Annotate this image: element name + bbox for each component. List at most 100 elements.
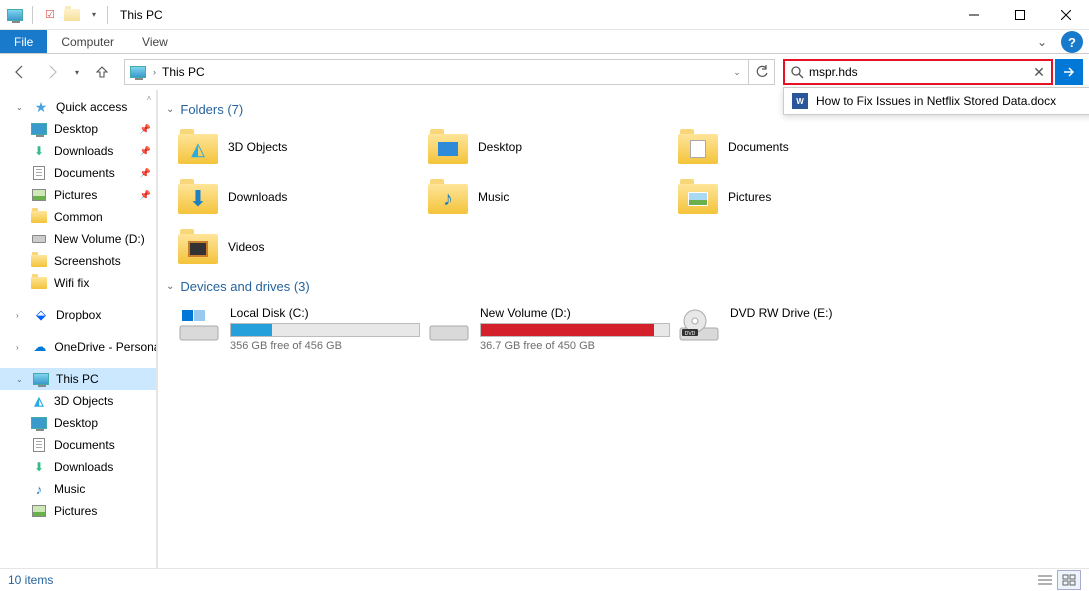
folder-desktop[interactable]: Desktop (416, 125, 666, 175)
drive-usage-bar (230, 323, 420, 337)
sidebar-item-onedrive[interactable]: ›☁OneDrive - Personal (0, 336, 157, 358)
tab-file[interactable]: File (0, 30, 47, 53)
drive-free-label: 356 GB free of 456 GB (230, 340, 420, 352)
sidebar-item-label: Downloads (54, 460, 113, 474)
download-icon: ⬇ (30, 143, 48, 159)
svg-text:DVD: DVD (685, 331, 696, 337)
maximize-button[interactable] (997, 0, 1043, 30)
download-icon: ⬇ (30, 459, 48, 475)
folder-icon (428, 129, 468, 165)
sidebar-scroll-up[interactable]: ˄ (141, 90, 157, 106)
folder-pictures[interactable]: Pictures (666, 175, 916, 225)
sidebar-item-downloads[interactable]: ⬇Downloads📌 (0, 140, 157, 162)
search-suggestion-label: How to Fix Issues in Netflix Stored Data… (816, 94, 1056, 108)
folder-documents[interactable]: Documents (666, 125, 916, 175)
app-icon[interactable] (6, 6, 24, 24)
title-bar: ☑ ▾ This PC (0, 0, 1089, 30)
address-location[interactable]: This PC (160, 65, 205, 79)
sidebar-item-desktop[interactable]: Desktop 📌 (0, 118, 157, 140)
sidebar-item-screenshots[interactable]: Screenshots (0, 250, 157, 272)
status-bar: 10 items (0, 568, 1089, 591)
sidebar-item-this-pc[interactable]: ⌄This PC (0, 368, 157, 390)
word-doc-icon: W (792, 93, 808, 109)
search-input[interactable] (809, 62, 1027, 82)
address-bar[interactable]: › This PC ⌄ (124, 59, 775, 85)
nav-back-button[interactable] (6, 58, 34, 86)
window-title: This PC (120, 8, 163, 22)
nav-up-button[interactable] (88, 58, 116, 86)
drive-local-disk-c[interactable]: Local Disk (C:) 356 GB free of 456 GB (166, 302, 416, 362)
search-suggestions-dropdown: W How to Fix Issues in Netflix Stored Da… (783, 87, 1089, 115)
sidebar-item-label: 3D Objects (54, 394, 113, 408)
sidebar-item-pc-downloads[interactable]: ⬇ Downloads (0, 456, 157, 478)
search-clear-button[interactable]: ✕ (1027, 64, 1051, 81)
folder-music[interactable]: ♪Music (416, 175, 666, 225)
drive-icon (178, 306, 220, 342)
sidebar-item-pictures[interactable]: Pictures📌 (0, 184, 157, 206)
search-icon (785, 65, 809, 79)
music-icon: ♪ (30, 481, 48, 497)
sidebar-item-label: Desktop (54, 416, 98, 430)
ribbon-tabs: File Computer View ⌄ ? (0, 30, 1089, 54)
sidebar-item-common[interactable]: Common (0, 206, 157, 228)
qat-customize-dropdown[interactable]: ▾ (85, 6, 103, 24)
sidebar-item-3d-objects[interactable]: ◭3D Objects (0, 390, 157, 412)
sidebar-item-label: Dropbox (56, 308, 101, 322)
drive-new-volume-d[interactable]: New Volume (D:) 36.7 GB free of 450 GB (416, 302, 666, 362)
qat-new-folder-icon[interactable] (63, 6, 81, 24)
minimize-button[interactable] (951, 0, 997, 30)
help-icon[interactable]: ? (1061, 31, 1083, 53)
sidebar-item-dropbox[interactable]: ›⬙Dropbox (0, 304, 157, 326)
navigation-pane: ˄ ⌄★Quick access Desktop📌 ⬇Downloads📌 Do… (0, 90, 158, 568)
tab-view[interactable]: View (128, 30, 182, 53)
sidebar-item-documents[interactable]: Documents📌 (0, 162, 157, 184)
quick-access-toolbar: ☑ ▾ (0, 6, 103, 24)
sidebar-item-new-volume[interactable]: New Volume (D:) (0, 228, 157, 250)
sidebar-item-label: Wifi fix (54, 276, 89, 290)
folder-icon: ⬇ (178, 179, 218, 215)
search-box[interactable]: ✕ (783, 59, 1053, 85)
sidebar-item-label: Quick access (56, 100, 127, 114)
pictures-icon (30, 503, 48, 519)
nav-recent-dropdown[interactable]: ▾ (70, 58, 84, 86)
drive-dvd-rw-e[interactable]: DVD DVD RW Drive (E:) (666, 302, 916, 362)
folder-label: Downloads (228, 190, 287, 204)
pin-icon: 📌 (140, 168, 157, 179)
sidebar-item-label: Pictures (54, 504, 97, 518)
address-history-dropdown[interactable]: ⌄ (726, 60, 748, 84)
nav-forward-button[interactable] (38, 58, 66, 86)
refresh-button[interactable] (748, 60, 774, 84)
dvd-drive-icon: DVD (678, 306, 720, 342)
sidebar-item-pc-documents[interactable]: Documents (0, 434, 157, 456)
sidebar-item-label: Desktop (54, 122, 98, 136)
folder-downloads[interactable]: ⬇ Downloads (166, 175, 416, 225)
sidebar-item-pc-desktop[interactable]: Desktop (0, 412, 157, 434)
pc-icon (32, 371, 50, 387)
drive-usage-bar (480, 323, 670, 337)
pin-icon: 📌 (140, 124, 157, 135)
section-drives-header[interactable]: ⌄Devices and drives (3) (166, 279, 1079, 294)
folder-label: Videos (228, 240, 264, 254)
pictures-icon (30, 187, 48, 203)
view-large-icons-button[interactable] (1057, 570, 1081, 590)
sidebar-item-label: Documents (54, 438, 115, 452)
desktop-icon (30, 121, 48, 137)
sidebar-item-pc-pictures[interactable]: Pictures (0, 500, 157, 522)
folder-videos[interactable]: Videos (166, 225, 416, 275)
qat-properties-icon[interactable]: ☑ (41, 6, 59, 24)
folder-label: Pictures (728, 190, 771, 204)
folder-3d-objects[interactable]: ◭3D Objects (166, 125, 416, 175)
search-suggestion-item[interactable]: W How to Fix Issues in Netflix Stored Da… (784, 88, 1089, 114)
ribbon-expand-icon[interactable]: ⌄ (1027, 30, 1057, 53)
drive-name: Local Disk (C:) (230, 306, 420, 320)
chevron-right-icon[interactable]: › (149, 67, 160, 77)
close-button[interactable] (1043, 0, 1089, 30)
sidebar-item-wifi-fix[interactable]: Wifi fix (0, 272, 157, 294)
sidebar-item-pc-music[interactable]: ♪Music (0, 478, 157, 500)
sidebar-item-quick-access[interactable]: ⌄★Quick access (0, 96, 157, 118)
search-go-button[interactable] (1055, 59, 1083, 85)
folder-icon (678, 179, 718, 215)
view-details-button[interactable] (1033, 570, 1057, 590)
drive-icon (428, 306, 470, 342)
tab-computer[interactable]: Computer (47, 30, 128, 53)
